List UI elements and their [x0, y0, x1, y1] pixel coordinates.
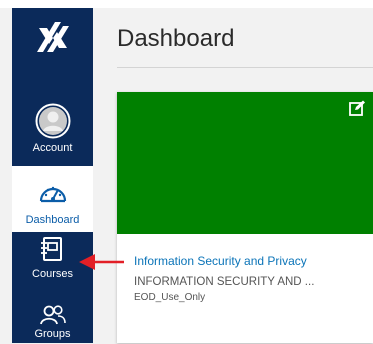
red-arrow-icon [79, 254, 124, 270]
global-navigation: Account Dashboard Courses Groups [12, 8, 93, 343]
header-divider [117, 67, 373, 68]
edit-icon[interactable] [349, 100, 365, 116]
course-term: EOD_Use_Only [134, 292, 206, 303]
course-card-hero[interactable] [117, 92, 373, 234]
logo-icon[interactable] [33, 18, 73, 58]
sidebar-item-account[interactable]: Account [12, 103, 93, 161]
sidebar-item-label: Dashboard [25, 214, 80, 226]
sidebar-item-groups[interactable]: Groups [12, 304, 93, 344]
dashboard-icon [39, 186, 67, 203]
course-code: INFORMATION SECURITY AND ... [134, 276, 315, 288]
top-strip [0, 0, 373, 8]
sidebar-item-label: Account [32, 142, 73, 154]
groups-icon [40, 305, 66, 325]
sidebar-item-dashboard[interactable]: Dashboard [12, 166, 93, 232]
courses-icon [41, 237, 62, 261]
course-card[interactable]: Information Security and Privacy INFORMA… [117, 92, 373, 343]
course-title-link[interactable]: Information Security and Privacy [134, 254, 307, 268]
page-title: Dashboard [117, 25, 235, 52]
account-icon [35, 103, 71, 139]
sidebar-item-label: Groups [34, 328, 71, 340]
